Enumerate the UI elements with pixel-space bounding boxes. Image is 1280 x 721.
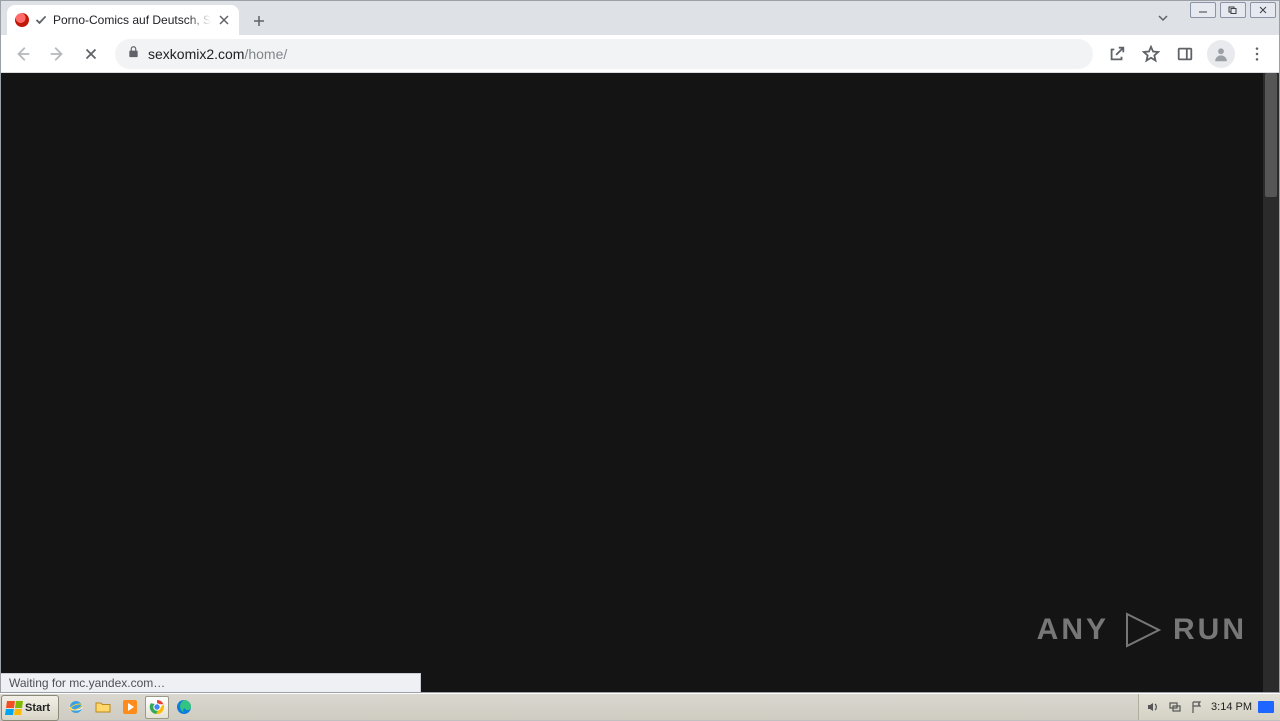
- tray-security-icon[interactable]: [1258, 701, 1274, 713]
- watermark-text-left: ANY: [1037, 613, 1109, 647]
- tab-favicon-icon: [15, 13, 29, 27]
- tray-flag-icon[interactable]: [1189, 699, 1205, 715]
- taskbar-app-explorer[interactable]: [91, 696, 115, 719]
- chrome-window: Porno-Comics auf Deutsch, Sex-C: [0, 0, 1280, 693]
- play-icon: [1119, 608, 1163, 652]
- chrome-menu-button[interactable]: [1241, 38, 1273, 70]
- windows-taskbar: Start: [0, 693, 1280, 720]
- new-tab-button[interactable]: [245, 7, 273, 35]
- address-url: sexkomix2.com/home/: [148, 46, 287, 62]
- tray-network-icon[interactable]: [1167, 699, 1183, 715]
- status-text: Waiting for mc.yandex.com…: [9, 676, 165, 690]
- tab-search-button[interactable]: [1157, 11, 1169, 29]
- tab-title: Porno-Comics auf Deutsch, Sex-C: [53, 13, 211, 27]
- tab-strip: Porno-Comics auf Deutsch, Sex-C: [1, 1, 1279, 35]
- nav-forward-button[interactable]: [41, 38, 73, 70]
- scrollbar-thumb[interactable]: [1265, 73, 1277, 197]
- side-panel-button[interactable]: [1169, 38, 1201, 70]
- status-bar: Waiting for mc.yandex.com…: [1, 673, 421, 692]
- watermark-text-right: RUN: [1173, 613, 1247, 647]
- start-button[interactable]: Start: [1, 695, 59, 721]
- system-tray: 3:14 PM: [1138, 694, 1280, 720]
- tray-volume-icon[interactable]: [1145, 699, 1161, 715]
- window-minimize-button[interactable]: [1190, 2, 1216, 18]
- taskbar-app-icons: [62, 694, 198, 720]
- nav-stop-button[interactable]: [75, 38, 107, 70]
- taskbar-app-edge[interactable]: [172, 696, 196, 719]
- browser-toolbar: sexkomix2.com/home/: [1, 35, 1279, 73]
- page-viewport: ANY RUN Waiting for mc.yandex.com…: [1, 73, 1279, 692]
- profile-button[interactable]: [1207, 40, 1235, 68]
- taskbar-app-chrome[interactable]: [145, 696, 169, 719]
- taskbar-app-ie[interactable]: [64, 696, 88, 719]
- bookmark-button[interactable]: [1135, 38, 1167, 70]
- window-maximize-button[interactable]: [1220, 2, 1246, 18]
- url-host: sexkomix2.com: [148, 46, 244, 62]
- browser-tab-active[interactable]: Porno-Comics auf Deutsch, Sex-C: [7, 5, 239, 35]
- tab-loaded-check-icon: [35, 14, 47, 26]
- start-label: Start: [25, 702, 50, 714]
- window-caption-buttons: [1190, 2, 1276, 18]
- url-path: /home/: [244, 46, 287, 62]
- nav-back-button[interactable]: [7, 38, 39, 70]
- tab-close-button[interactable]: [217, 13, 231, 27]
- window-close-button[interactable]: [1250, 2, 1276, 18]
- vertical-scrollbar[interactable]: [1263, 73, 1279, 692]
- lock-icon: [127, 45, 140, 63]
- anyrun-watermark: ANY RUN: [1037, 608, 1247, 652]
- taskbar-app-media-player[interactable]: [118, 696, 142, 719]
- share-button[interactable]: [1101, 38, 1133, 70]
- windows-logo-icon: [5, 701, 23, 715]
- address-bar[interactable]: sexkomix2.com/home/: [115, 39, 1093, 69]
- tray-clock[interactable]: 3:14 PM: [1211, 701, 1252, 713]
